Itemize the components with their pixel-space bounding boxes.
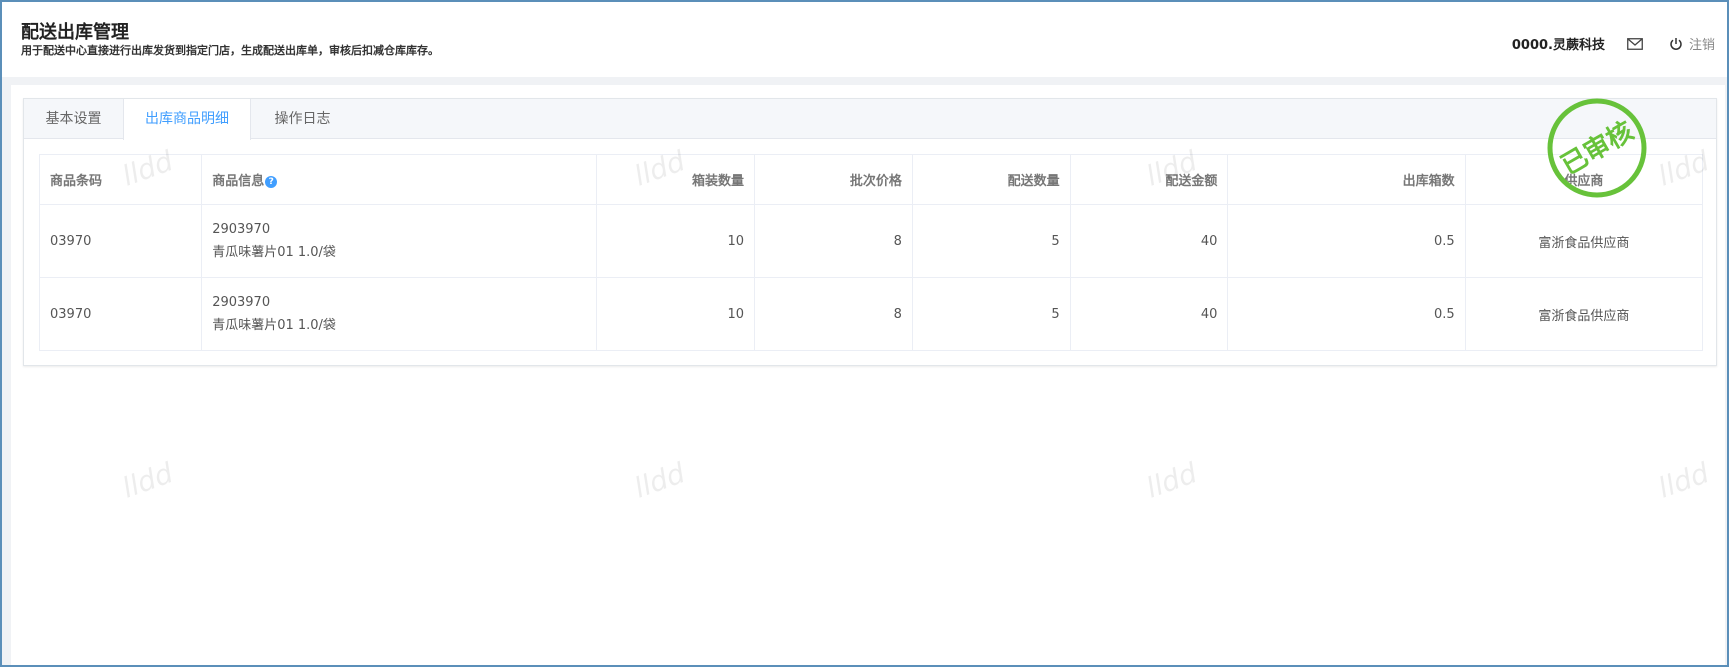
cell-info: 2903970 青瓜味薯片01 1.0/袋 [201,277,598,351]
tab-bar: 基本设置 出库商品明细 操作日志 [24,99,1716,140]
cell-outbound-boxes: 0.5 [1227,204,1466,278]
approved-stamp: 已审核 [1547,98,1647,198]
table-row[interactable]: 03970 2903970 青瓜味薯片01 1.0/袋 10 8 5 40 0.… [38,277,1704,351]
cell-item-name: 青瓜味薯片01 1.0/袋 [212,318,336,333]
cell-item-code: 2903970 [212,295,271,310]
logout-label: 注销 [1688,38,1715,53]
col-header-delivery-amount[interactable]: 配送金额 [1069,154,1229,205]
cell-info: 2903970 青瓜味薯片01 1.0/袋 [201,204,598,278]
page-title: 配送出库管理 [21,22,129,43]
cell-delivery-amount: 40 [1069,204,1229,278]
cell-item-code: 2903970 [212,222,271,237]
detail-card: 基本设置 出库商品明细 操作日志 商品条码 商品信息? 箱装数量 批次价格 配送… [23,98,1717,366]
company-name: 0000.灵蕨科技 [1511,38,1605,53]
app-frame: 配送出库管理 用于配送中心直接进行出库发货到指定门店，生成配送出库单，审核后扣减… [0,0,1729,667]
cell-supplier: 富浙食品供应商 [1464,277,1704,351]
main-content: 基本设置 出库商品明细 操作日志 商品条码 商品信息? 箱装数量 批次价格 配送… [11,85,1725,665]
cell-barcode: 03970 [38,277,203,351]
col-header-barcode[interactable]: 商品条码 [38,154,203,205]
col-header-box-qty[interactable]: 箱装数量 [596,154,756,205]
help-icon[interactable]: ? [265,175,278,188]
table-row[interactable]: 03970 2903970 青瓜味薯片01 1.0/袋 10 8 5 40 0.… [38,204,1704,278]
page-header: 配送出库管理 用于配送中心直接进行出库发货到指定门店，生成配送出库单，审核后扣减… [2,2,1727,77]
items-table: 商品条码 商品信息? 箱装数量 批次价格 配送数量 配送金额 出库箱数 供应商 … [38,154,1704,351]
cell-delivery-amount: 40 [1069,277,1229,351]
mail-icon[interactable] [1627,37,1643,50]
cell-batch-price: 8 [754,277,913,351]
cell-barcode: 03970 [38,204,203,278]
tab-operation-log[interactable]: 操作日志 [251,99,354,139]
col-header-outbound-boxes[interactable]: 出库箱数 [1227,154,1466,205]
col-header-info-label: 商品信息 [212,174,265,189]
tab-outbound-items[interactable]: 出库商品明细 [123,99,251,140]
col-header-batch-price[interactable]: 批次价格 [754,154,913,205]
table-header-row: 商品条码 商品信息? 箱装数量 批次价格 配送数量 配送金额 出库箱数 供应商 [38,154,1704,205]
cell-supplier: 富浙食品供应商 [1464,204,1704,278]
cell-box-qty: 10 [596,204,756,278]
cell-delivery-qty: 5 [911,204,1071,278]
page-subtitle: 用于配送中心直接进行出库发货到指定门店，生成配送出库单，审核后扣减仓库库存。 [21,44,439,57]
logout-button[interactable]: 注销 [1669,34,1715,53]
cell-outbound-boxes: 0.5 [1227,277,1466,351]
cell-batch-price: 8 [754,204,913,278]
stamp-text: 已审核 [1556,116,1639,182]
tab-basic-settings[interactable]: 基本设置 [24,99,123,139]
col-header-delivery-qty[interactable]: 配送数量 [911,154,1071,205]
cell-delivery-qty: 5 [911,277,1071,351]
cell-item-name: 青瓜味薯片01 1.0/袋 [212,245,336,260]
power-icon [1669,37,1683,51]
col-header-info[interactable]: 商品信息? [201,154,598,205]
cell-box-qty: 10 [596,277,756,351]
header-actions: 0000.灵蕨科技 注销 [1512,34,1715,53]
